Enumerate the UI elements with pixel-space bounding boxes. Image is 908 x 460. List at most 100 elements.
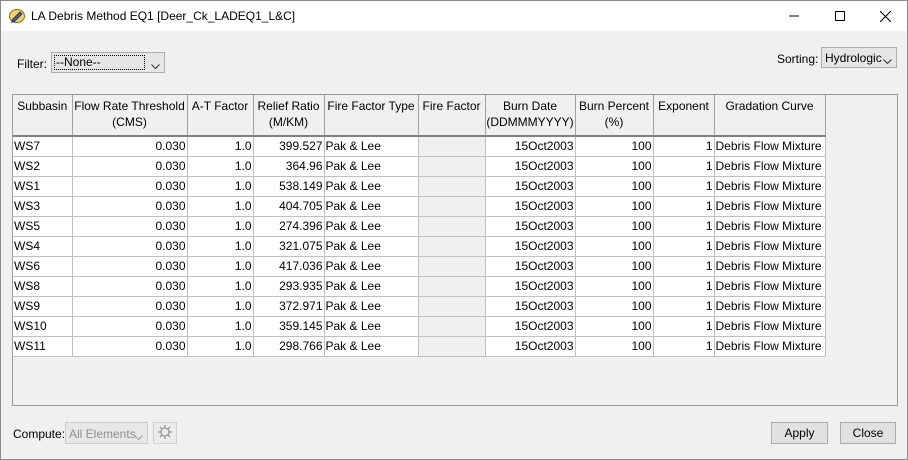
filter-select[interactable]: --None-- <box>51 52 165 73</box>
cell-flow-rate-threshold[interactable]: 0.030 <box>72 216 188 237</box>
cell-flow-rate-threshold[interactable]: 0.030 <box>72 236 188 257</box>
cell-subbasin[interactable]: WS6 <box>13 256 73 277</box>
cell-gradation-curve[interactable]: Debris Flow Mixture <box>714 276 826 297</box>
cell-relief-ratio[interactable]: 293.935 <box>253 276 325 297</box>
compute-button[interactable] <box>153 422 177 444</box>
cell-flow-rate-threshold[interactable]: 0.030 <box>72 196 188 217</box>
cell-at-factor[interactable]: 1.0 <box>187 336 254 357</box>
cell-at-factor[interactable]: 1.0 <box>187 296 254 317</box>
sorting-select[interactable]: Hydrologic <box>821 47 897 68</box>
cell-relief-ratio[interactable]: 364.96 <box>253 156 325 177</box>
cell-subbasin[interactable]: WS5 <box>13 216 73 237</box>
cell-subbasin[interactable]: WS11 <box>13 336 73 357</box>
cell-fire-factor-type[interactable]: Pak & Lee <box>324 336 419 357</box>
cell-at-factor[interactable]: 1.0 <box>187 236 254 257</box>
minimize-button[interactable] <box>771 1 817 31</box>
table-row[interactable]: WS9 0.030 1.0 372.971 Pak & Lee 15Oct2003 100 1… <box>13 296 826 317</box>
cell-burn-date[interactable]: 15Oct2003 <box>485 316 576 337</box>
cell-relief-ratio[interactable]: 417.036 <box>253 256 325 277</box>
cell-exponent[interactable]: 1 <box>653 176 715 197</box>
column-header-burn-date[interactable]: Burn Date (DDMMMYYYY) <box>485 95 576 137</box>
cell-burn-percent[interactable]: 100 <box>575 296 654 317</box>
cell-fire-factor[interactable] <box>418 336 486 357</box>
cell-burn-percent[interactable]: 100 <box>575 256 654 277</box>
table-row[interactable]: WS5 0.030 1.0 274.396 Pak & Lee 15Oct2003 100 1… <box>13 216 826 237</box>
cell-at-factor[interactable]: 1.0 <box>187 216 254 237</box>
cell-flow-rate-threshold[interactable]: 0.030 <box>72 336 188 357</box>
table-row[interactable]: WS3 0.030 1.0 404.705 Pak & Lee 15Oct2003 100 1… <box>13 196 826 217</box>
cell-relief-ratio[interactable]: 321.075 <box>253 236 325 257</box>
cell-relief-ratio[interactable]: 359.145 <box>253 316 325 337</box>
cell-relief-ratio[interactable]: 399.527 <box>253 136 325 157</box>
column-header-exponent[interactable]: Exponent <box>653 95 715 137</box>
cell-fire-factor-type[interactable]: Pak & Lee <box>324 296 419 317</box>
cell-exponent[interactable]: 1 <box>653 256 715 277</box>
cell-gradation-curve[interactable]: Debris Flow Mixture <box>714 136 826 157</box>
close-button[interactable]: Close <box>840 422 896 444</box>
close-window-button[interactable] <box>862 1 908 31</box>
cell-gradation-curve[interactable]: Debris Flow Mixture <box>714 216 826 237</box>
table-row[interactable]: WS10 0.030 1.0 359.145 Pak & Lee 15Oct2003 100… <box>13 316 826 337</box>
compute-select[interactable]: All Elements <box>65 422 148 444</box>
cell-subbasin[interactable]: WS3 <box>13 196 73 217</box>
maximize-button[interactable] <box>817 1 863 31</box>
cell-burn-date[interactable]: 15Oct2003 <box>485 156 576 177</box>
cell-fire-factor-type[interactable]: Pak & Lee <box>324 196 419 217</box>
cell-burn-percent[interactable]: 100 <box>575 236 654 257</box>
cell-subbasin[interactable]: WS4 <box>13 236 73 257</box>
cell-at-factor[interactable]: 1.0 <box>187 176 254 197</box>
cell-relief-ratio[interactable]: 372.971 <box>253 296 325 317</box>
cell-subbasin[interactable]: WS8 <box>13 276 73 297</box>
cell-fire-factor-type[interactable]: Pak & Lee <box>324 316 419 337</box>
table-row[interactable]: WS8 0.030 1.0 293.935 Pak & Lee 15Oct2003 100 1… <box>13 276 826 297</box>
cell-exponent[interactable]: 1 <box>653 336 715 357</box>
cell-burn-date[interactable]: 15Oct2003 <box>485 216 576 237</box>
cell-exponent[interactable]: 1 <box>653 236 715 257</box>
cell-fire-factor[interactable] <box>418 316 486 337</box>
table-row[interactable]: WS4 0.030 1.0 321.075 Pak & Lee 15Oct2003 100 1… <box>13 236 826 257</box>
cell-flow-rate-threshold[interactable]: 0.030 <box>72 296 188 317</box>
cell-flow-rate-threshold[interactable]: 0.030 <box>72 136 188 157</box>
cell-at-factor[interactable]: 1.0 <box>187 276 254 297</box>
cell-gradation-curve[interactable]: Debris Flow Mixture <box>714 256 826 277</box>
table-row[interactable]: WS1 0.030 1.0 538.149 Pak & Lee 15Oct2003 100 1… <box>13 176 826 197</box>
cell-gradation-curve[interactable]: Debris Flow Mixture <box>714 156 826 177</box>
cell-burn-percent[interactable]: 100 <box>575 216 654 237</box>
cell-burn-date[interactable]: 15Oct2003 <box>485 336 576 357</box>
cell-fire-factor-type[interactable]: Pak & Lee <box>324 216 419 237</box>
cell-subbasin[interactable]: WS1 <box>13 176 73 197</box>
cell-relief-ratio[interactable]: 538.149 <box>253 176 325 197</box>
cell-burn-date[interactable]: 15Oct2003 <box>485 136 576 157</box>
cell-at-factor[interactable]: 1.0 <box>187 156 254 177</box>
cell-fire-factor[interactable] <box>418 136 486 157</box>
cell-fire-factor-type[interactable]: Pak & Lee <box>324 136 419 157</box>
cell-gradation-curve[interactable]: Debris Flow Mixture <box>714 176 826 197</box>
cell-burn-date[interactable]: 15Oct2003 <box>485 196 576 217</box>
cell-fire-factor-type[interactable]: Pak & Lee <box>324 256 419 277</box>
cell-burn-date[interactable]: 15Oct2003 <box>485 276 576 297</box>
column-header-relief-ratio[interactable]: Relief Ratio (M/KM) <box>253 95 325 137</box>
cell-gradation-curve[interactable]: Debris Flow Mixture <box>714 236 826 257</box>
cell-exponent[interactable]: 1 <box>653 136 715 157</box>
cell-fire-factor-type[interactable]: Pak & Lee <box>324 156 419 177</box>
cell-gradation-curve[interactable]: Debris Flow Mixture <box>714 296 826 317</box>
cell-at-factor[interactable]: 1.0 <box>187 196 254 217</box>
cell-burn-percent[interactable]: 100 <box>575 336 654 357</box>
cell-flow-rate-threshold[interactable]: 0.030 <box>72 316 188 337</box>
cell-burn-date[interactable]: 15Oct2003 <box>485 236 576 257</box>
cell-subbasin[interactable]: WS7 <box>13 136 73 157</box>
cell-burn-percent[interactable]: 100 <box>575 176 654 197</box>
cell-fire-factor[interactable] <box>418 216 486 237</box>
cell-fire-factor[interactable] <box>418 236 486 257</box>
apply-button[interactable]: Apply <box>771 422 828 444</box>
cell-relief-ratio[interactable]: 274.396 <box>253 216 325 237</box>
cell-fire-factor[interactable] <box>418 196 486 217</box>
cell-burn-percent[interactable]: 100 <box>575 196 654 217</box>
cell-exponent[interactable]: 1 <box>653 216 715 237</box>
cell-exponent[interactable]: 1 <box>653 276 715 297</box>
column-header-fire-factor-type[interactable]: Fire Factor Type <box>324 95 419 137</box>
cell-burn-date[interactable]: 15Oct2003 <box>485 176 576 197</box>
cell-at-factor[interactable]: 1.0 <box>187 316 254 337</box>
cell-fire-factor-type[interactable]: Pak & Lee <box>324 236 419 257</box>
cell-relief-ratio[interactable]: 298.766 <box>253 336 325 357</box>
